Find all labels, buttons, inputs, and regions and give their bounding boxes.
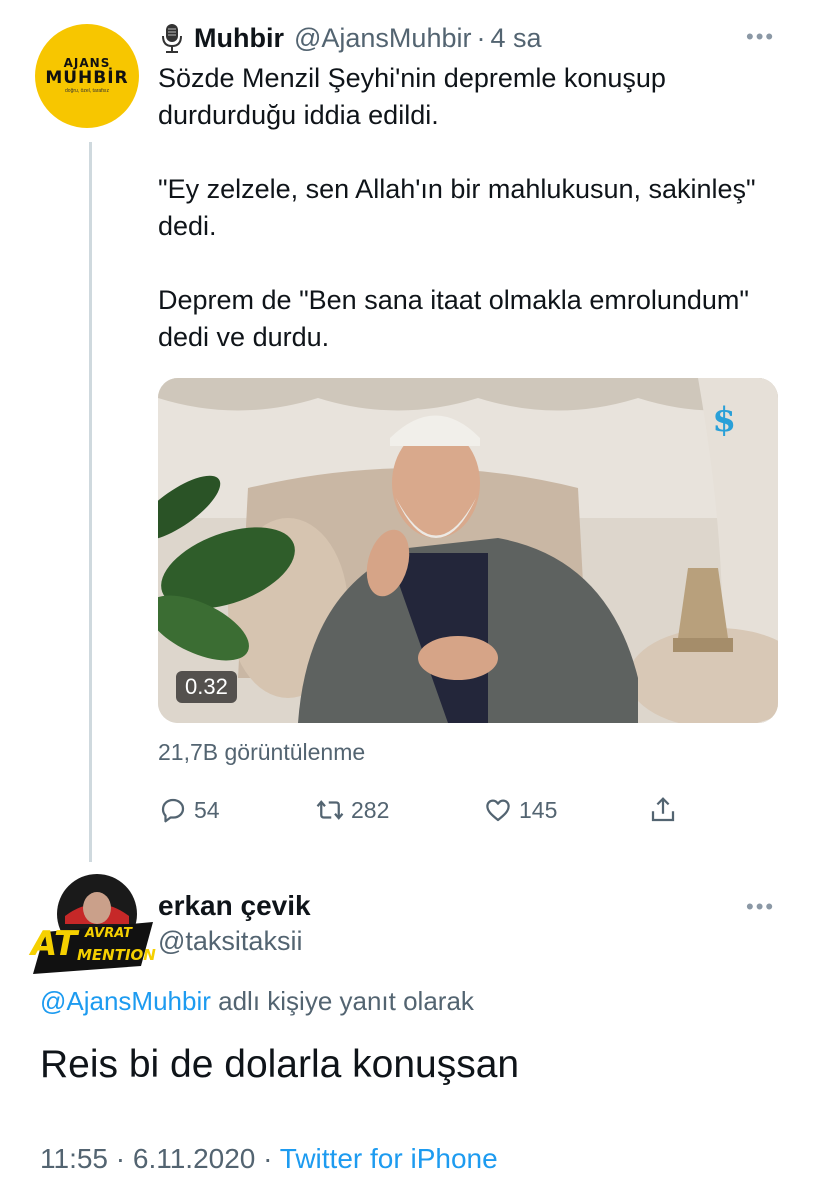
tweet-meta: 11:55 · 6.11.2020 · Twitter for iPhone: [40, 1143, 498, 1175]
reply-author-name[interactable]: erkan çevik: [158, 890, 311, 922]
tweet-paragraph: "Ey zelzele, sen Allah'ın bir mahlukusun…: [158, 174, 756, 241]
retweet-count: 282: [351, 796, 390, 823]
tweet-text: Sözde Menzil Şeyhi'nin depremle konuşup …: [158, 60, 758, 356]
video-thumbnail: [158, 378, 778, 723]
separator-dot: ·: [476, 22, 486, 53]
reply-author-handle[interactable]: @taksitaksii: [158, 926, 302, 957]
share-icon: [651, 797, 675, 822]
thread-line: [89, 142, 92, 862]
more-dots-icon[interactable]: •••: [746, 896, 775, 918]
view-count: 21,7B görüntülenme: [158, 739, 366, 765]
avatar[interactable]: AJANS MUHBİR doğru, özel, tarafsız: [35, 24, 139, 128]
like-count: 145: [519, 796, 558, 823]
reply-avatar-text-bottom: MENTION: [77, 946, 156, 964]
video-player[interactable]: $ 0.32: [158, 378, 778, 723]
retweet-button[interactable]: 282: [315, 795, 389, 825]
author-name[interactable]: Muhbir: [194, 23, 284, 54]
meta-separator: ·: [115, 1143, 126, 1174]
replying-to-label: adlı kişiye yanıt olarak: [210, 986, 474, 1016]
meta-separator: ·: [263, 1143, 273, 1174]
channel-logo: $: [712, 400, 736, 440]
reply-icon: [161, 798, 185, 823]
retweet-icon: [316, 800, 344, 820]
meta-date[interactable]: 6.11.2020: [133, 1143, 256, 1174]
video-duration: 0.32: [176, 671, 237, 703]
tweet-time[interactable]: 4 sa: [490, 23, 541, 54]
reply-count: 54: [194, 796, 220, 823]
more-dots-icon[interactable]: •••: [746, 26, 775, 48]
microphone-icon: [160, 23, 184, 53]
meta-time[interactable]: 11:55: [40, 1143, 108, 1174]
meta-source-link[interactable]: Twitter for iPhone: [280, 1143, 498, 1174]
avatar-text-sub: doğru, özel, tarafsız: [65, 88, 109, 94]
tweet-paragraph: Sözde Menzil Şeyhi'nin depremle konuşup …: [158, 63, 666, 130]
heart-icon: [486, 799, 510, 822]
share-button[interactable]: [648, 795, 684, 825]
author-handle[interactable]: @AjansMuhbir: [294, 23, 471, 54]
action-bar: 54 282 145: [158, 795, 718, 835]
like-button[interactable]: 145: [483, 795, 557, 825]
reply-avatar[interactable]: AT AVRAT MENTION: [25, 874, 157, 984]
replying-to: @AjansMuhbir adlı kişiye yanıt olarak: [40, 986, 474, 1017]
reply-avatar-text-left: AT: [31, 924, 78, 964]
tweet-header: Muhbir @AjansMuhbir · 4 sa: [160, 22, 542, 54]
reply-text: Reis bi de dolarla konuşsan: [40, 1043, 520, 1086]
tweet[interactable]: AJANS MUHBİR doğru, özel, tarafsız Muhbi…: [0, 0, 817, 870]
tweet-paragraph: Deprem de "Ben sana itaat olmakla emrolu…: [158, 285, 749, 352]
reply-avatar-text-top: AVRAT: [85, 926, 132, 941]
avatar-text-main: MUHBİR: [45, 68, 129, 88]
reply-button[interactable]: 54: [158, 795, 220, 825]
replying-to-mention[interactable]: @AjansMuhbir: [40, 986, 211, 1016]
